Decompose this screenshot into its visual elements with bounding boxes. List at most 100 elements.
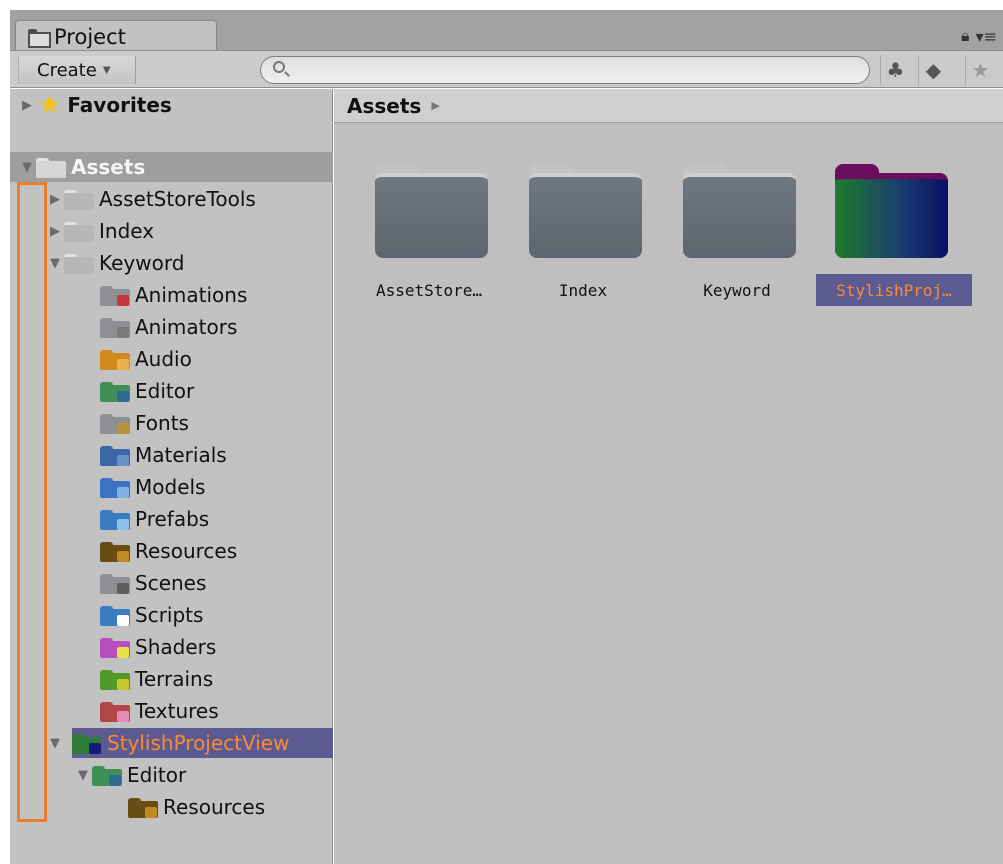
filter-by-label-button[interactable]: ◆ — [918, 55, 948, 85]
folder-icon — [128, 796, 158, 818]
tree-item-label: Keyword — [99, 251, 185, 275]
filter-by-label-icon: ◆ — [925, 58, 942, 82]
folder-icon — [375, 164, 488, 258]
expanded-arrow-icon[interactable]: ▼ — [78, 768, 92, 783]
folder-icon — [64, 220, 94, 242]
tree-item-label: Resources — [135, 539, 238, 563]
tree-item[interactable]: Textures — [78, 696, 219, 726]
folder-icon — [100, 700, 130, 722]
tree-item-label: Prefabs — [135, 507, 210, 531]
folder-icon — [100, 284, 130, 306]
highlight-box — [17, 182, 47, 822]
tab-project-label: Project — [54, 24, 126, 49]
create-button[interactable]: Create ▼ — [18, 56, 136, 84]
project-tab-strip: Project 🔒︎ ▾≡ — [10, 10, 1003, 52]
tree-item[interactable]: Scenes — [78, 568, 206, 598]
star-icon: ★ — [38, 90, 62, 120]
breadcrumb-assets[interactable]: Assets — [347, 94, 421, 118]
tree-item[interactable]: Shaders — [78, 632, 216, 662]
search-input[interactable] — [293, 60, 853, 80]
favorite-star-icon: ★ — [971, 58, 990, 82]
search-field[interactable] — [260, 56, 870, 84]
tree-favorites[interactable]: ▶ ★ Favorites — [22, 90, 172, 120]
tree-item[interactable]: Terrains — [78, 664, 213, 694]
tree-assets[interactable]: ▼ Assets — [10, 152, 333, 182]
folder-icon — [100, 316, 130, 338]
tree-item-label: AssetStoreTools — [99, 187, 256, 211]
folder-icon — [72, 732, 102, 754]
folder-icon — [100, 508, 130, 530]
tree-item[interactable]: Resources — [78, 536, 237, 566]
tree-item-label: Resources — [163, 795, 266, 819]
tree-item-label: Audio — [135, 347, 192, 371]
folder-icon — [100, 604, 130, 626]
filter-by-type-icon: ♣ — [886, 58, 905, 82]
asset-grid-label: Index — [558, 280, 608, 300]
tree-item-label: Index — [99, 219, 155, 243]
asset-grid-item-selected[interactable]: StylishProj… — [812, 164, 972, 314]
tree-item-label: Editor — [127, 763, 187, 787]
breadcrumb: Assets ▶ — [334, 89, 1003, 123]
folder-icon — [100, 380, 130, 402]
tree-item[interactable]: Resources — [106, 792, 265, 822]
tree-favorites-label: Favorites — [67, 93, 172, 117]
search-icon — [273, 61, 285, 73]
tree-item-label: Editor — [135, 379, 195, 403]
folder-icon — [100, 572, 130, 594]
tree-item[interactable]: ▼ StylishProjectView — [50, 728, 333, 758]
tree-item[interactable]: ▶ Index — [50, 216, 154, 246]
expanded-arrow-icon[interactable]: ▼ — [50, 256, 64, 271]
folder-icon — [100, 540, 130, 562]
tree-item-label: StylishProjectView — [107, 731, 290, 755]
asset-grid-label: AssetStore… — [376, 280, 482, 300]
asset-grid-item[interactable]: Keyword — [660, 164, 814, 314]
tree-item-label: Textures — [135, 699, 219, 723]
folder-icon — [64, 188, 94, 210]
tree-item[interactable]: Animations — [78, 280, 247, 310]
favorite-button[interactable]: ★ — [965, 55, 995, 85]
tree-item[interactable]: Materials — [78, 440, 227, 470]
filter-by-type-button[interactable]: ♣ — [880, 55, 910, 85]
folder-icon — [835, 164, 948, 258]
folder-icon — [100, 668, 130, 690]
asset-grid-label: StylishProj… — [816, 274, 972, 306]
tree-item-label: Shaders — [135, 635, 217, 659]
folder-icon — [100, 348, 130, 370]
breadcrumb-arrow-icon: ▶ — [431, 99, 440, 112]
panel-menu-icon[interactable]: ▾≡ — [976, 27, 997, 46]
tree-item[interactable]: Prefabs — [78, 504, 209, 534]
folder-icon — [683, 164, 796, 258]
collapsed-arrow-icon[interactable]: ▶ — [50, 192, 64, 207]
expanded-arrow-icon[interactable]: ▼ — [22, 160, 36, 175]
folder-icon — [100, 636, 130, 658]
tree-item-label: Materials — [135, 443, 227, 467]
tree-item[interactable]: Audio — [78, 344, 192, 374]
expanded-arrow-icon[interactable]: ▼ — [50, 736, 64, 751]
tree-item[interactable]: Scripts — [78, 600, 203, 630]
project-toolbar: Create ▼ ♣ ◆ ★ — [10, 50, 1003, 88]
tree-item[interactable]: Fonts — [78, 408, 189, 438]
tree-item-label: Terrains — [135, 667, 214, 691]
collapsed-arrow-icon[interactable]: ▶ — [22, 98, 36, 113]
collapsed-arrow-icon[interactable]: ▶ — [50, 224, 64, 239]
tree-item-label: Fonts — [135, 411, 189, 435]
folder-icon — [100, 412, 130, 434]
project-folder-icon — [28, 29, 51, 48]
asset-grid-item[interactable]: AssetStore… — [352, 164, 506, 314]
asset-grid-item[interactable]: Index — [506, 164, 660, 314]
tree-item[interactable]: ▼ Keyword — [50, 248, 184, 278]
tree-item-label: Models — [135, 475, 206, 499]
dropdown-arrow-icon: ▼ — [102, 64, 111, 76]
tree-item[interactable]: Models — [78, 472, 205, 502]
tree-item[interactable]: Animators — [78, 312, 237, 342]
tree-item[interactable]: ▼ Editor — [78, 760, 186, 790]
tree-item-label: Animations — [135, 283, 248, 307]
tree-item-label: Scenes — [135, 571, 207, 595]
lock-icon[interactable]: 🔒︎ — [961, 26, 970, 46]
folder-icon — [100, 444, 130, 466]
tab-project[interactable]: Project — [15, 20, 217, 52]
tree-item[interactable]: Editor — [78, 376, 194, 406]
tree-assets-label: Assets — [71, 155, 146, 179]
tree-item-label: Scripts — [135, 603, 204, 627]
tree-item[interactable]: ▶ AssetStoreTools — [50, 184, 256, 214]
